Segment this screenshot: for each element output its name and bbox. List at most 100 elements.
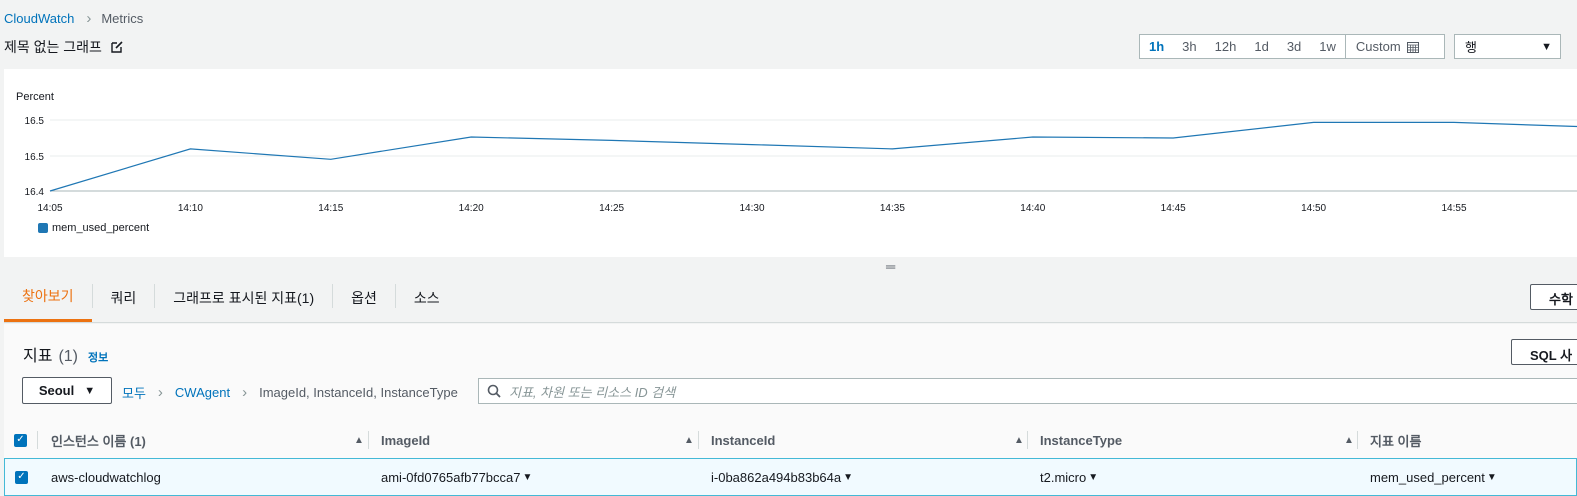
table-header: ✓ 인스턴스 이름 (1) ▲ ImageId ▲ InstanceId ▲ I… (4, 424, 1577, 456)
x-tick-label: 14:10 (178, 203, 203, 214)
tab-options[interactable]: 옵션 (333, 273, 395, 322)
caret-down-icon: ▼ (1088, 471, 1099, 483)
resize-handle-icon[interactable]: ═ (886, 259, 895, 274)
metrics-title: 지표 (23, 348, 53, 365)
crumb-all[interactable]: 모두 (122, 383, 146, 402)
chart-panel: Percent 16.5 16.5 16.4 14:05 14:10 14:15 14:20 1… (4, 69, 1577, 257)
line-chart: Percent 16.5 16.5 16.4 14:05 14:10 14:15 14:20 1… (16, 91, 1577, 214)
chart-legend[interactable]: mem_used_percent (38, 222, 149, 234)
caret-down-icon: ▼ (1541, 40, 1552, 53)
y-tick-label: 16.5 (25, 152, 45, 163)
time-range-1w[interactable]: 1w (1310, 39, 1345, 54)
col-header-image-id[interactable]: ImageId (381, 433, 430, 448)
metric-name-value: mem_used_percent (1370, 469, 1485, 485)
x-tick-label: 14:45 (1161, 203, 1186, 214)
y-axis-label: Percent (16, 91, 54, 103)
time-range-custom[interactable]: Custom (1344, 35, 1425, 58)
y-tick-label: 16.4 (25, 187, 45, 198)
metrics-count: (1) (58, 348, 79, 365)
column-divider (368, 431, 369, 449)
sort-up-icon[interactable]: ▲ (354, 435, 364, 446)
time-range-12h[interactable]: 12h (1206, 39, 1246, 54)
table-row[interactable]: ✓ aws-cloudwatchlog ami-0fd0765afb77bcca… (4, 458, 1577, 496)
crumb-cwagent[interactable]: CWAgent (175, 385, 230, 400)
calendar-icon (1406, 41, 1419, 53)
column-divider (1357, 431, 1358, 449)
region-select[interactable]: Seoul ▼ (22, 377, 112, 404)
x-tick-label: 14:50 (1301, 203, 1326, 214)
column-divider (698, 431, 699, 449)
info-link[interactable]: 정보 (88, 349, 108, 365)
x-tick-label: 14:35 (880, 203, 905, 214)
time-range-selector: 1h 3h 12h 1d 3d 1w Custom (1139, 34, 1445, 59)
sort-up-icon[interactable]: ▲ (1344, 435, 1354, 446)
edit-icon[interactable] (110, 40, 124, 54)
tab-browse[interactable]: 찾아보기 (4, 273, 92, 322)
caret-down-icon: ▼ (84, 384, 96, 397)
col-header-instance-id[interactable]: InstanceId (711, 433, 775, 448)
x-tick-label: 14:30 (739, 203, 764, 214)
cell-instance-name: aws-cloudwatchlog (51, 469, 161, 485)
sort-up-icon[interactable]: ▲ (1014, 435, 1024, 446)
namespace-breadcrumb: 모두 › CWAgent › ImageId, InstanceId, Inst… (122, 383, 458, 402)
time-range-1h[interactable]: 1h (1140, 39, 1173, 54)
x-tick-label: 14:15 (318, 203, 343, 214)
image-id-value: ami-0fd0765afb77bcca7 (381, 469, 521, 485)
breadcrumb: CloudWatch › Metrics (4, 10, 143, 27)
breadcrumb-current: Metrics (101, 11, 144, 26)
x-tick-label: 14:05 (37, 203, 62, 214)
graph-type-value: 행 (1465, 40, 1477, 55)
breadcrumb-cloudwatch-link[interactable]: CloudWatch (4, 11, 74, 26)
time-range-1d[interactable]: 1d (1245, 39, 1277, 54)
sort-up-icon[interactable]: ▲ (684, 435, 694, 446)
cell-metric-name[interactable]: mem_used_percent ▼ (1370, 470, 1497, 485)
y-tick-label: 16.5 (25, 116, 45, 127)
search-placeholder: 지표, 차원 또는 리소스 ID 검색 (509, 384, 676, 400)
check-icon: ✓ (14, 433, 27, 447)
x-tick-label: 14:40 (1020, 203, 1045, 214)
instance-id-value: i-0ba862a494b83b64a (711, 469, 842, 485)
x-tick-label: 14:55 (1441, 203, 1466, 214)
instance-type-value: t2.micro (1040, 469, 1087, 485)
sql-button[interactable]: SQL 사 (1511, 339, 1577, 365)
time-range-3d[interactable]: 3d (1278, 39, 1310, 54)
row-checkbox[interactable]: ✓ (15, 470, 28, 484)
tab-query[interactable]: 쿼리 (93, 273, 155, 322)
x-tick-label: 14:20 (459, 203, 484, 214)
col-header-instance-type[interactable]: InstanceType (1040, 433, 1122, 448)
col-header-instance-name[interactable]: 인스턴스 이름 (1) (51, 431, 146, 450)
metrics-heading: 지표 (1) 정보 (23, 342, 108, 366)
region-value: Seoul (38, 383, 75, 398)
legend-swatch (38, 223, 48, 233)
cell-instance-type[interactable]: t2.micro ▼ (1040, 470, 1098, 485)
legend-label: mem_used_percent (52, 222, 150, 234)
x-tick-label: 14:25 (599, 203, 624, 214)
time-range-3h[interactable]: 3h (1173, 39, 1205, 54)
math-button[interactable]: 수학 (1530, 284, 1577, 310)
caret-down-icon: ▼ (1486, 471, 1497, 483)
chevron-right-icon: › (242, 384, 248, 401)
chevron-right-icon: › (157, 384, 163, 401)
tab-source[interactable]: 소스 (396, 273, 458, 322)
metrics-panel: 지표 (1) 정보 SQL 사 Seoul ▼ 모두 › CWAgent › I… (4, 324, 1577, 496)
select-all-checkbox[interactable]: ✓ (14, 433, 27, 447)
series-line (49, 121, 1577, 192)
graph-title-row: 제목 없는 그래프 (4, 37, 124, 57)
search-icon (487, 384, 501, 398)
caret-down-icon: ▼ (522, 471, 533, 483)
column-divider (1027, 431, 1028, 449)
crumb-dimensions: ImageId, InstanceId, InstanceType (259, 385, 458, 400)
graph-title: 제목 없는 그래프 (4, 39, 102, 55)
graph-type-select[interactable]: 행 ▼ (1454, 34, 1561, 59)
col-header-metric-name[interactable]: 지표 이름 (1370, 431, 1421, 450)
tab-graphed-metrics[interactable]: 그래프로 표시된 지표(1) (155, 273, 332, 322)
tab-bar: 찾아보기 쿼리 그래프로 표시된 지표(1) 옵션 소스 (4, 273, 1577, 323)
custom-label: Custom (1355, 39, 1401, 54)
chevron-right-icon: › (86, 10, 92, 27)
column-divider (37, 431, 38, 449)
caret-down-icon: ▼ (843, 471, 854, 483)
cell-instance-id[interactable]: i-0ba862a494b83b64a ▼ (711, 470, 853, 485)
cell-image-id[interactable]: ami-0fd0765afb77bcca7 ▼ (381, 470, 532, 485)
metric-search-input[interactable]: 지표, 차원 또는 리소스 ID 검색 (478, 378, 1577, 404)
check-icon: ✓ (15, 470, 28, 484)
